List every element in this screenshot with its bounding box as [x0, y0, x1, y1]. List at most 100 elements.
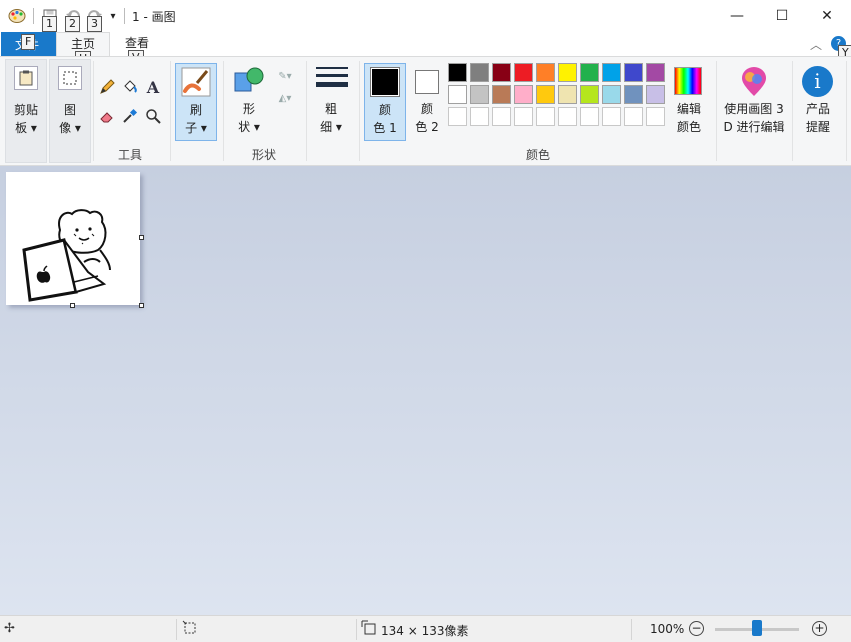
product-alert-label-1: 产品: [805, 102, 830, 116]
tab-file[interactable]: 文件 F: [1, 32, 56, 56]
fill-icon[interactable]: ◭▾: [272, 87, 298, 109]
tab-home[interactable]: 主页 H: [56, 32, 110, 67]
tab-view-label: 查看: [124, 36, 149, 50]
drawing-canvas[interactable]: [6, 172, 140, 305]
palette-swatch[interactable]: [624, 85, 643, 104]
undo-icon[interactable]: 2: [63, 6, 83, 32]
palette-swatch[interactable]: [514, 85, 533, 104]
palette-swatch[interactable]: [492, 85, 511, 104]
palette-swatch[interactable]: [492, 63, 511, 82]
bear-with-laptop-drawing: [22, 209, 111, 302]
palette-swatch[interactable]: [448, 63, 467, 82]
select-icon: [58, 66, 82, 90]
eraser-icon[interactable]: [96, 105, 118, 127]
palette-swatch[interactable]: [448, 107, 467, 126]
zoom-in-button[interactable]: +: [812, 621, 827, 636]
keytip-save: 1: [42, 16, 57, 32]
palette-swatch[interactable]: [602, 107, 621, 126]
edit-colors-button[interactable]: 编辑 颜色: [671, 63, 707, 141]
zoom-out-button[interactable]: −: [689, 621, 704, 636]
palette-swatch[interactable]: [558, 63, 577, 82]
window-title: 1 - 画图: [132, 10, 176, 24]
clipboard-label-2: 板 ▾: [15, 121, 37, 135]
outline-icon[interactable]: ✎▾: [272, 65, 298, 87]
palette-swatch[interactable]: [624, 107, 643, 126]
pencil-icon[interactable]: [96, 76, 118, 98]
paint-app-icon[interactable]: [6, 6, 28, 26]
tab-view[interactable]: 查看 V: [112, 32, 162, 66]
palette-swatch[interactable]: [448, 85, 467, 104]
palette-swatch[interactable]: [536, 85, 555, 104]
close-button[interactable]: ✕: [804, 0, 850, 32]
shapes-button[interactable]: 形 状 ▾: [229, 63, 271, 141]
palette-swatch[interactable]: [646, 63, 665, 82]
zoom-level-text: 100%: [650, 622, 685, 636]
magnifier-icon[interactable]: [142, 105, 164, 127]
color1-label-1: 颜: [378, 103, 391, 117]
resize-handle-corner[interactable]: [139, 303, 144, 308]
image-size-icon: [361, 620, 377, 636]
paint3d-label-2: D 进行编辑: [723, 120, 785, 134]
group-separator: [306, 61, 307, 161]
color-picker-icon[interactable]: [119, 105, 141, 127]
product-alert-button[interactable]: i 产品 提醒: [797, 63, 839, 141]
group-separator: [846, 61, 847, 161]
tab-home-label: 主页: [70, 37, 95, 51]
status-separator: [631, 619, 632, 640]
clipboard-icon: [14, 66, 38, 90]
palette-swatch[interactable]: [514, 107, 533, 126]
status-separator: [176, 619, 177, 640]
save-icon[interactable]: 1: [40, 6, 60, 32]
image-button[interactable]: 图 像 ▾: [49, 59, 91, 163]
brushes-button[interactable]: 刷 子 ▾: [175, 63, 217, 141]
palette-swatch[interactable]: [558, 107, 577, 126]
maximize-button[interactable]: ☐: [759, 0, 805, 32]
palette-swatch[interactable]: [536, 63, 555, 82]
paint3d-button[interactable]: 使用画图 3 D 进行编辑: [720, 63, 788, 141]
canvas-workspace[interactable]: [0, 166, 851, 615]
palette-swatch[interactable]: [602, 63, 621, 82]
collapse-ribbon-icon[interactable]: ︿: [810, 36, 822, 53]
status-separator: [356, 619, 357, 640]
fill-bucket-icon[interactable]: [119, 76, 141, 98]
brushes-label-1: 刷: [189, 103, 202, 117]
selection-size-icon: [182, 620, 198, 636]
palette-swatch[interactable]: [470, 63, 489, 82]
resize-handle-bottom[interactable]: [70, 303, 75, 308]
zoom-slider-thumb[interactable]: [752, 620, 762, 636]
shapes-group-label: 形状: [251, 148, 276, 162]
customize-dropdown-icon[interactable]: ▾: [106, 6, 120, 26]
palette-swatch[interactable]: [536, 107, 555, 126]
image-label-2: 像 ▾: [59, 121, 81, 135]
color-palette: [448, 63, 670, 129]
keytip-undo: 2: [65, 16, 80, 32]
palette-swatch[interactable]: [470, 107, 489, 126]
keytip-redo: 3: [87, 16, 102, 32]
text-tool-icon[interactable]: A: [142, 76, 164, 98]
shapes-label-1: 形: [242, 102, 255, 116]
palette-swatch[interactable]: [580, 63, 599, 82]
edit-colors-label-1: 编辑: [676, 102, 701, 116]
color2-button[interactable]: 颜 色 2: [407, 63, 447, 141]
palette-swatch[interactable]: [624, 63, 643, 82]
palette-swatch[interactable]: [580, 85, 599, 104]
paint3d-label-1: 使用画图 3: [724, 102, 784, 116]
palette-swatch[interactable]: [602, 85, 621, 104]
color1-button[interactable]: 颜 色 1: [364, 63, 406, 141]
resize-handle-right[interactable]: [139, 235, 144, 240]
qat-separator: [33, 8, 34, 24]
redo-icon[interactable]: 3: [85, 6, 105, 32]
size-button[interactable]: 粗 细 ▾: [311, 63, 353, 141]
palette-swatch[interactable]: [646, 85, 665, 104]
palette-swatch[interactable]: [580, 107, 599, 126]
group-separator: [223, 61, 224, 161]
palette-swatch[interactable]: [470, 85, 489, 104]
palette-swatch[interactable]: [492, 107, 511, 126]
palette-swatch[interactable]: [558, 85, 577, 104]
shapes-label-2: 状 ▾: [238, 120, 260, 134]
palette-swatch[interactable]: [514, 63, 533, 82]
palette-swatch[interactable]: [646, 107, 665, 126]
minimize-button[interactable]: —: [714, 0, 760, 32]
clipboard-button[interactable]: 剪贴 板 ▾: [5, 59, 47, 163]
group-separator: [359, 61, 360, 161]
